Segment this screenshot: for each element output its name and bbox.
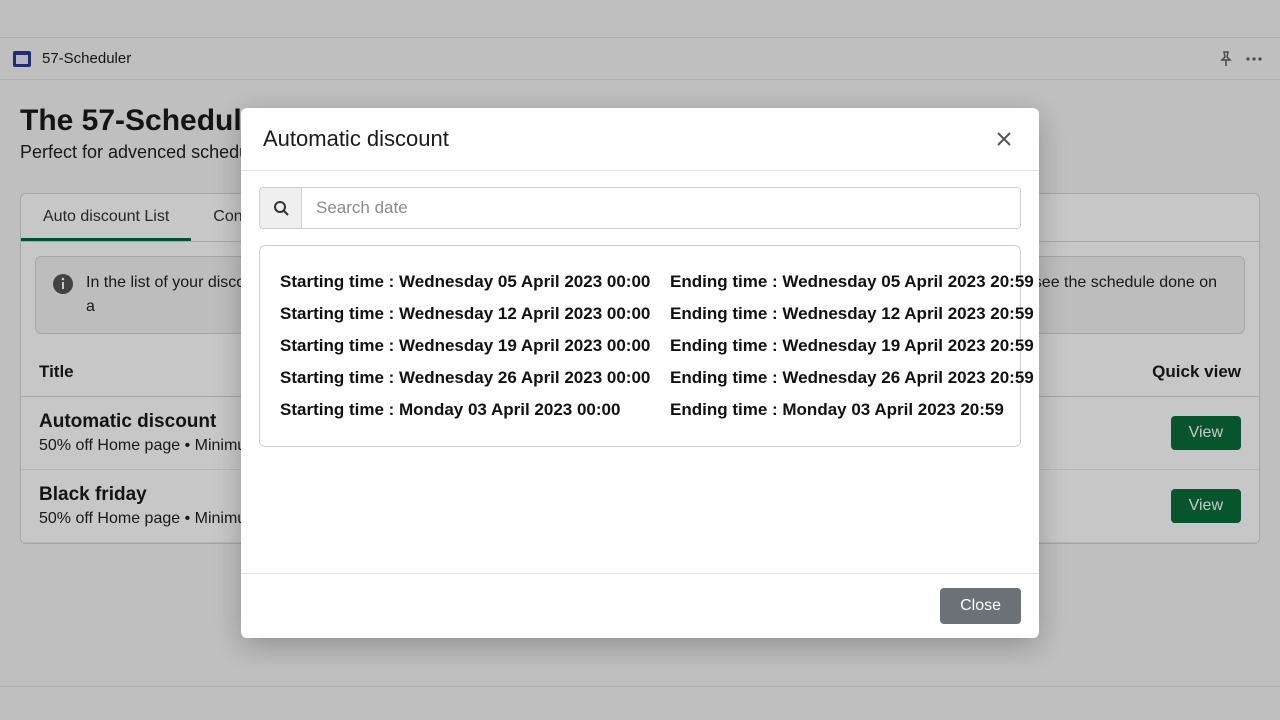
modal-header: Automatic discount — [241, 108, 1039, 171]
search-input[interactable] — [302, 188, 1020, 228]
schedule-row: Starting time : Wednesday 19 April 2023 … — [280, 330, 1000, 362]
modal-footer: Close — [241, 573, 1039, 638]
close-icon[interactable] — [991, 126, 1017, 152]
modal-body: Starting time : Wednesday 05 April 2023 … — [241, 171, 1039, 463]
schedule-row: Starting time : Wednesday 05 April 2023 … — [280, 266, 1000, 298]
search-icon — [260, 188, 302, 228]
modal: Automatic discount Starting time : Wedne… — [241, 108, 1039, 638]
schedule-row: Starting time : Monday 03 April 2023 00:… — [280, 394, 1000, 426]
close-button[interactable]: Close — [940, 588, 1021, 624]
schedule-row: Starting time : Wednesday 26 April 2023 … — [280, 362, 1000, 394]
modal-overlay[interactable]: Automatic discount Starting time : Wedne… — [0, 0, 1280, 720]
schedule-row: Starting time : Wednesday 12 April 2023 … — [280, 298, 1000, 330]
schedule-list: Starting time : Wednesday 05 April 2023 … — [259, 245, 1021, 447]
search-wrap — [259, 187, 1021, 229]
modal-title: Automatic discount — [263, 126, 449, 152]
